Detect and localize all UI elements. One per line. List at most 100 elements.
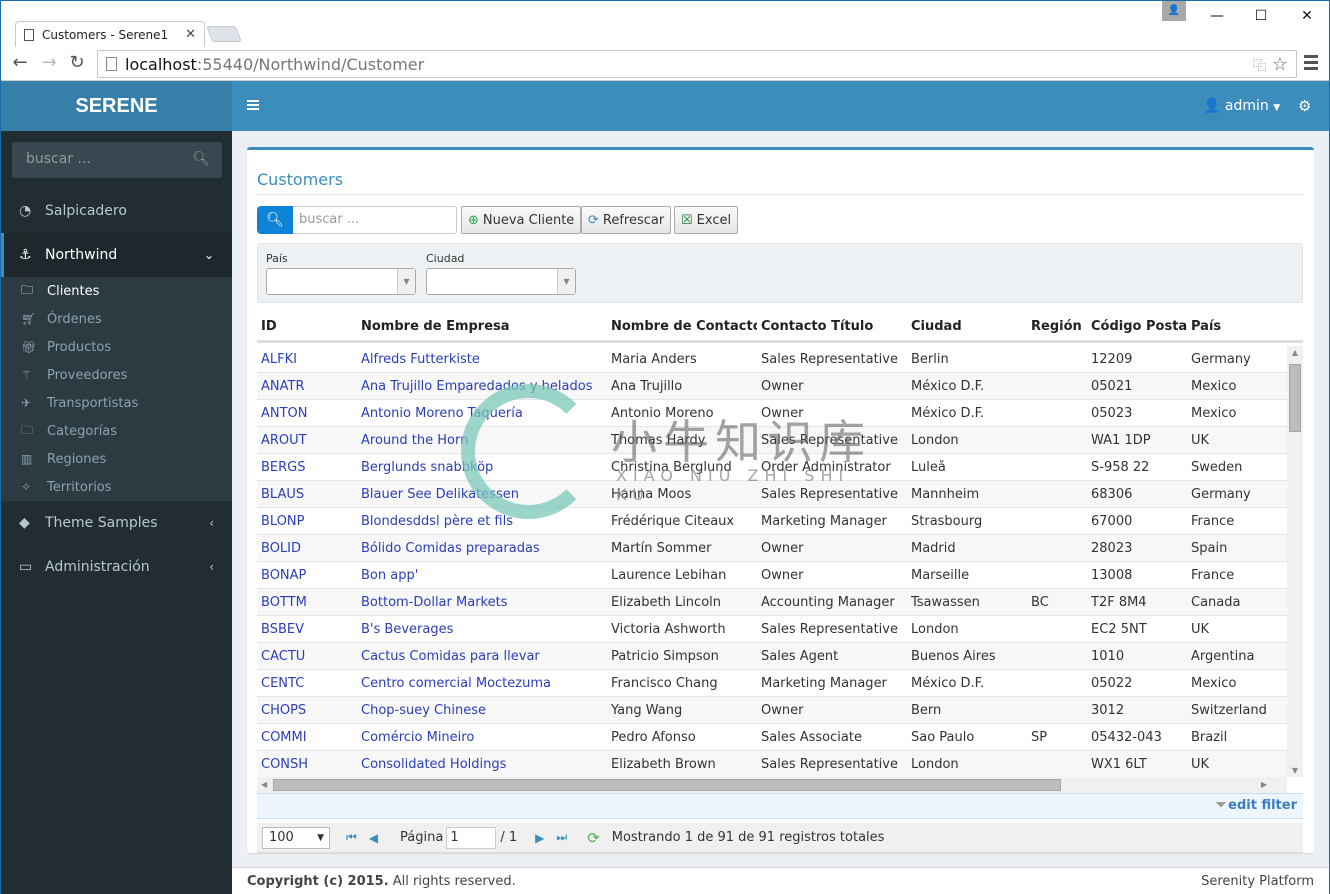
scroll-left-icon[interactable]: ◀: [261, 777, 267, 793]
sidebar-item-productos[interactable]: 🎁︎ Productos: [1, 333, 232, 361]
cell-id[interactable]: BLONP: [257, 514, 357, 529]
cell-company-name[interactable]: Chop-suey Chinese: [357, 703, 607, 718]
column-header-contact-title[interactable]: Contacto Título: [757, 319, 907, 334]
sidebar-item-northwind[interactable]: ⚓ Northwind ⌄: [1, 233, 232, 277]
page-number-input[interactable]: 1: [446, 826, 497, 849]
column-header-country[interactable]: País: [1187, 319, 1287, 334]
table-row[interactable]: ANATR Ana Trujillo Emparedados y helados A…: [257, 373, 1303, 400]
sidebar-item-regiones[interactable]: ▥ Regiones: [1, 445, 232, 473]
edit-filter-link[interactable]: ⏷ edit filter: [1216, 798, 1297, 813]
cell-id[interactable]: BOTTM: [257, 595, 357, 610]
vertical-scrollbar[interactable]: ▲ ▼: [1287, 346, 1303, 777]
column-header-region[interactable]: Región: [1027, 319, 1087, 334]
cell-id[interactable]: ALFKI: [257, 352, 357, 367]
cell-company-name[interactable]: Around the Horn: [357, 433, 607, 448]
table-row[interactable]: BSBEV B's Beverages Victoria Ashworth Sales…: [257, 616, 1303, 643]
sidebar-item-clientes[interactable]: 🗀 Clientes: [1, 277, 232, 305]
cell-id[interactable]: BONAP: [257, 568, 357, 583]
city-filter-select[interactable]: ▼: [426, 268, 576, 295]
table-row[interactable]: BLAUS Blauer See Delikatessen Hanna Moos Sa…: [257, 481, 1303, 508]
sidebar-item-salpicadero[interactable]: ◔ Salpicadero: [1, 189, 232, 233]
search-icon[interactable]: 🔍︎: [192, 151, 210, 167]
back-icon[interactable]: ←: [10, 53, 30, 73]
cell-id[interactable]: ANATR: [257, 379, 357, 394]
table-row[interactable]: ANTON Antonio Moreno Taquería Antonio More…: [257, 400, 1303, 427]
cell-id[interactable]: BOLID: [257, 541, 357, 556]
browser-tab[interactable]: Customers - Serene1 ✕: [15, 21, 205, 47]
column-header-company-name[interactable]: Nombre de Empresa: [357, 319, 607, 334]
scroll-up-icon[interactable]: ▲: [1287, 348, 1303, 357]
table-row[interactable]: CONSH Consolidated Holdings Elizabeth Brow…: [257, 751, 1303, 777]
cell-id[interactable]: AROUT: [257, 433, 357, 448]
logo[interactable]: SERENE: [1, 81, 232, 131]
cell-company-name[interactable]: Ana Trujillo Emparedados y helados: [357, 379, 607, 394]
table-row[interactable]: COMMI Comércio Mineiro Pedro Afonso Sales A…: [257, 724, 1303, 751]
next-page-icon[interactable]: ▶: [535, 831, 544, 845]
table-row[interactable]: CACTU Cactus Comidas para llevar Patricio …: [257, 643, 1303, 670]
sidebar-item-proveedores[interactable]: ⚚ Proveedores: [1, 361, 232, 389]
table-row[interactable]: BERGS Berglunds snabbköp Christina Berglun…: [257, 454, 1303, 481]
cell-company-name[interactable]: Bólido Comidas preparadas: [357, 541, 607, 556]
table-row[interactable]: CENTC Centro comercial Moctezuma Francisco…: [257, 670, 1303, 697]
cell-id[interactable]: CHOPS: [257, 703, 357, 718]
reload-icon[interactable]: ↻: [67, 53, 87, 73]
table-row[interactable]: ALFKI Alfreds Futterkiste Maria Anders Sale…: [257, 346, 1303, 373]
sidebar-item-administracion[interactable]: ▭ Administración ‹: [1, 545, 232, 589]
cell-company-name[interactable]: Cactus Comidas para llevar: [357, 649, 607, 664]
reload-icon[interactable]: ⟳: [587, 829, 600, 847]
sidebar-item-territorios[interactable]: ✧ Territorios: [1, 473, 232, 501]
vertical-scroll-thumb[interactable]: [1289, 364, 1301, 432]
user-menu[interactable]: 👤 admin ▼: [1203, 98, 1280, 114]
horizontal-scroll-thumb[interactable]: [273, 779, 1061, 791]
new-customer-button[interactable]: ⊕ Nueva Cliente: [461, 206, 582, 234]
first-page-icon[interactable]: ⏮: [346, 830, 357, 845]
maximize-button[interactable]: ☐: [1238, 1, 1284, 31]
browser-menu-icon[interactable]: [1304, 55, 1318, 73]
column-header-contact-name[interactable]: Nombre de Contacto: [607, 319, 757, 334]
cell-id[interactable]: BERGS: [257, 460, 357, 475]
scroll-right-icon[interactable]: ▶: [1261, 777, 1267, 793]
excel-button[interactable]: ☒ Excel: [674, 206, 739, 234]
sidebar-search-input[interactable]: buscar ... 🔍︎: [12, 142, 222, 178]
horizontal-scrollbar[interactable]: ◀ ▶: [257, 777, 1287, 793]
cell-company-name[interactable]: Blondesddsl père et fils: [357, 514, 607, 529]
column-header-id[interactable]: ID: [257, 319, 357, 334]
scroll-down-icon[interactable]: ▼: [1287, 766, 1303, 775]
cell-id[interactable]: CONSH: [257, 757, 357, 772]
sidebar-item-categorias[interactable]: 🗀 Categorías: [1, 417, 232, 445]
sidebar-item-transportistas[interactable]: ✈ Transportistas: [1, 389, 232, 417]
cell-id[interactable]: BSBEV: [257, 622, 357, 637]
cell-company-name[interactable]: Bon app': [357, 568, 607, 583]
cell-id[interactable]: CACTU: [257, 649, 357, 664]
cell-company-name[interactable]: Consolidated Holdings: [357, 757, 607, 772]
cell-company-name[interactable]: Centro comercial Moctezuma: [357, 676, 607, 691]
settings-gears-icon[interactable]: ⚙: [1298, 97, 1311, 115]
column-header-city[interactable]: Ciudad: [907, 319, 1027, 334]
column-header-postal-code[interactable]: Código Postal: [1087, 319, 1187, 334]
cell-id[interactable]: CENTC: [257, 676, 357, 691]
search-icon[interactable]: 🔍︎: [257, 206, 293, 234]
cell-id[interactable]: COMMI: [257, 730, 357, 745]
sidebar-item-theme-samples[interactable]: ◆ Theme Samples ‹: [1, 501, 232, 545]
profile-icon[interactable]: 👤: [1162, 1, 1186, 21]
cell-company-name[interactable]: Blauer See Delikatessen: [357, 487, 607, 502]
sidebar-item-ordenes[interactable]: 🛒︎ Órdenes: [1, 305, 232, 333]
cell-company-name[interactable]: B's Beverages: [357, 622, 607, 637]
cell-id[interactable]: BLAUS: [257, 487, 357, 502]
refresh-button[interactable]: ⟳ Refrescar: [581, 206, 672, 234]
star-icon[interactable]: ☆: [1272, 54, 1288, 75]
page-size-select[interactable]: 100 ▼: [262, 826, 330, 849]
cell-company-name[interactable]: Alfreds Futterkiste: [357, 352, 607, 367]
cell-company-name[interactable]: Comércio Mineiro: [357, 730, 607, 745]
address-bar[interactable]: localhost:55440/Northwind/Customer ⿻ ☆: [97, 50, 1297, 78]
country-filter-select[interactable]: ▼: [266, 268, 416, 295]
cell-company-name[interactable]: Berglunds snabbköp: [357, 460, 607, 475]
table-row[interactable]: BOLID Bólido Comidas preparadas Martín Som…: [257, 535, 1303, 562]
last-page-icon[interactable]: ⏭: [556, 830, 567, 845]
cell-company-name[interactable]: Antonio Moreno Taquería: [357, 406, 607, 421]
sidebar-toggle-icon[interactable]: [247, 100, 259, 112]
quick-search-input[interactable]: buscar ...: [293, 206, 457, 234]
forward-icon[interactable]: →: [39, 53, 59, 73]
table-row[interactable]: AROUT Around the Horn Thomas Hardy Sales Re…: [257, 427, 1303, 454]
table-row[interactable]: BONAP Bon app' Laurence Lebihan Owner Marsei…: [257, 562, 1303, 589]
